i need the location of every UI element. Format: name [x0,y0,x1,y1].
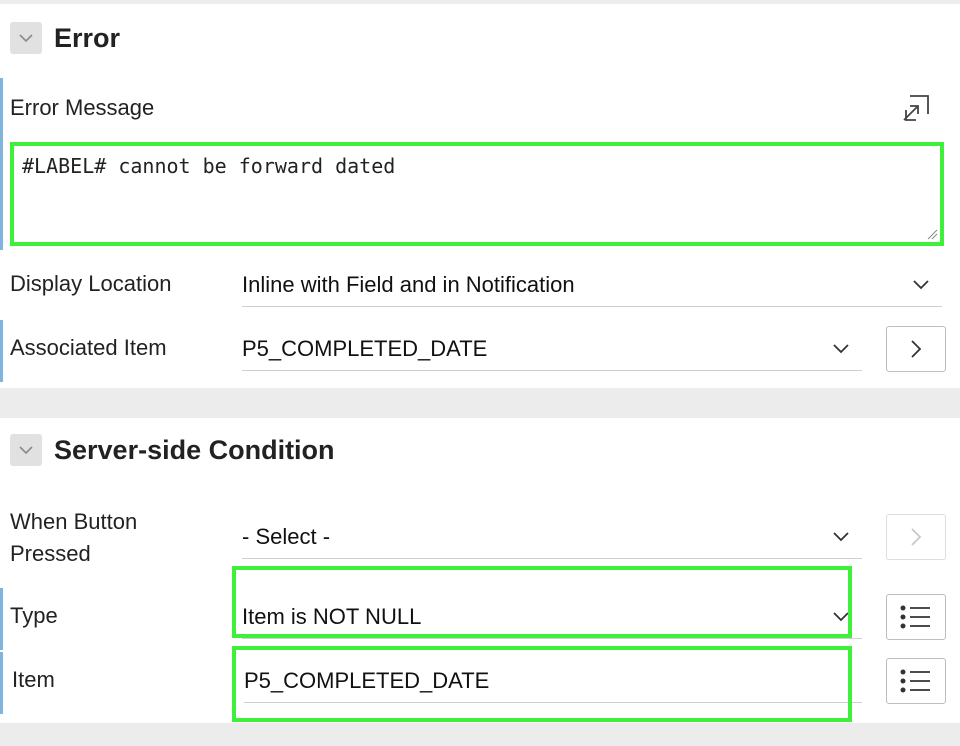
type-list-button[interactable] [886,594,946,640]
associated-item-row-marker [0,320,3,382]
associated-item-label: Associated Item [10,335,167,360]
expand-arrow-icon [903,95,929,121]
error-message-text: #LABEL# cannot be forward dated [22,154,396,178]
display-location-value: Inline with Field and in Notification [242,272,575,297]
list-icon [900,669,930,693]
chevron-down-icon [833,612,849,622]
type-value: Item is NOT NULL [242,604,422,629]
error-panel: Error Error Message #LABEL# cannot be fo… [0,4,960,388]
item-list-button[interactable] [886,658,946,704]
error-section-title: Error [54,22,121,53]
list-icon [900,605,930,629]
chevron-down-icon [19,34,33,43]
associated-item-select[interactable]: P5_COMPLETED_DATE [242,334,862,371]
chevron-down-icon [833,532,849,542]
server-condition-section-title: Server-side Condition [54,434,335,465]
when-button-pressed-value: - Select - [242,524,331,549]
when-button-pressed-label-line1: When Button [10,509,138,534]
error-message-label: Error Message [10,95,155,120]
error-message-row-marker [0,78,3,250]
chevron-down-icon [19,446,33,455]
collapse-server-condition-button[interactable] [10,434,42,466]
go-to-associated-item-button[interactable] [886,326,946,372]
error-message-textarea[interactable]: #LABEL# cannot be forward dated [10,142,944,246]
collapse-error-button[interactable] [10,22,42,54]
chevron-down-icon [833,344,849,354]
expand-editor-button[interactable] [900,92,936,126]
item-row-marker [0,652,3,714]
item-label: Item [12,667,55,692]
display-location-label: Display Location [10,271,172,296]
item-input[interactable]: P5_COMPLETED_DATE [244,666,862,703]
when-button-pressed-select[interactable]: - Select - [242,522,862,559]
type-row-marker [0,588,3,650]
server-condition-panel: Server-side Condition When Button Presse… [0,418,960,723]
error-section-header: Error [10,22,120,54]
chevron-right-icon [911,340,922,358]
associated-item-value: P5_COMPLETED_DATE [242,336,488,361]
display-location-select[interactable]: Inline with Field and in Notification [242,270,942,307]
type-select[interactable]: Item is NOT NULL [242,602,862,639]
chevron-down-icon [913,280,929,290]
server-condition-section-header: Server-side Condition [10,434,335,466]
when-button-pressed-label-line2: Pressed [10,541,91,566]
type-label: Type [10,603,58,628]
resize-grip-icon[interactable] [926,228,938,240]
item-value: P5_COMPLETED_DATE [244,668,490,693]
go-to-button-disabled[interactable] [886,514,946,560]
chevron-right-icon [911,528,922,546]
